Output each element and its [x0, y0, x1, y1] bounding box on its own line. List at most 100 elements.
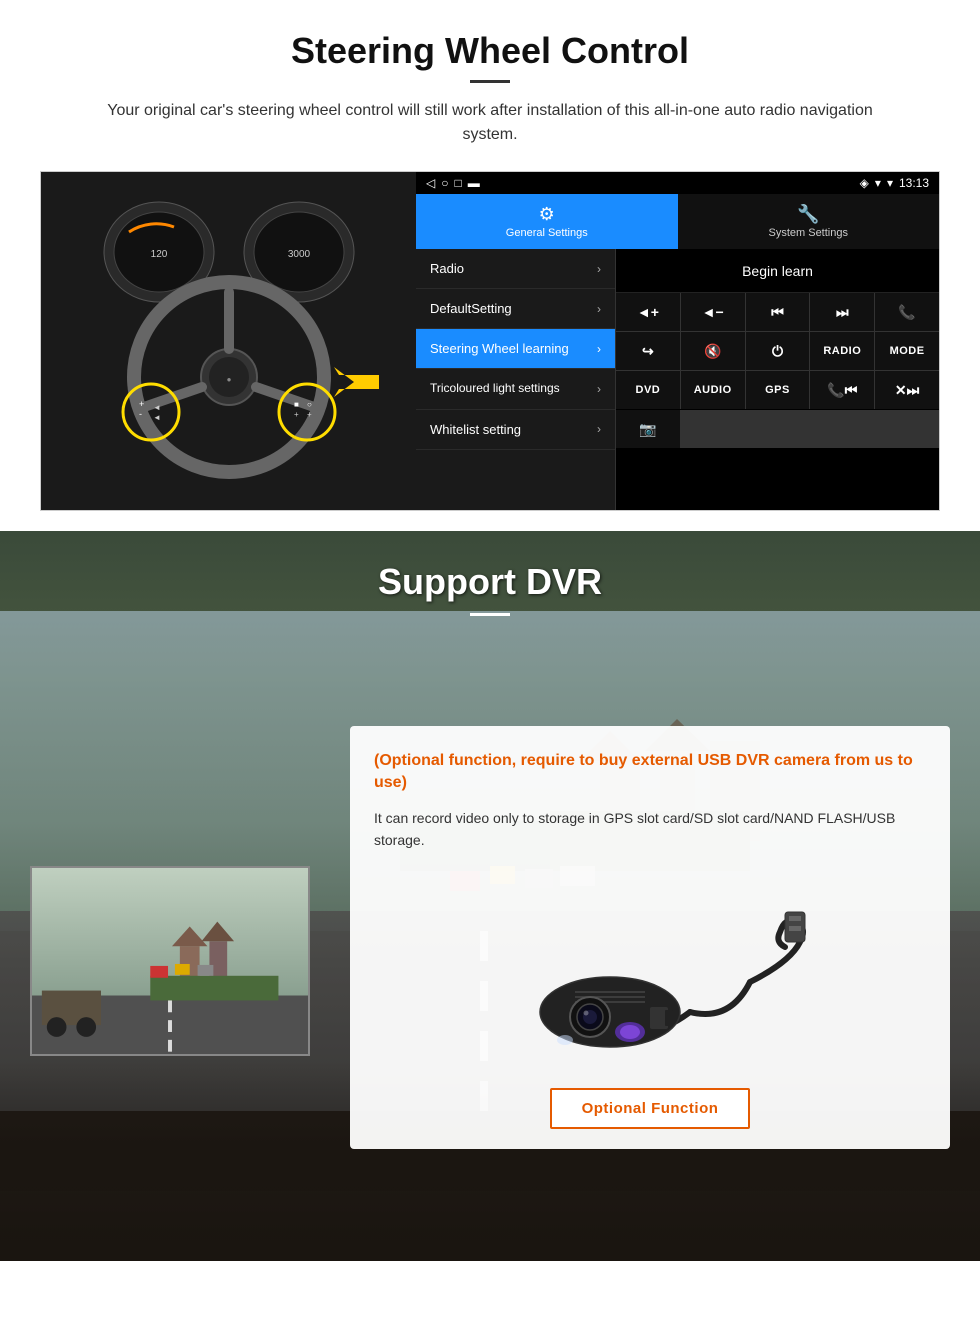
menu-nav-icon[interactable]: ▬ — [468, 176, 480, 190]
hangup-icon: ↪ — [642, 343, 654, 360]
dvd-label: DVD — [636, 384, 661, 396]
menu-steering-label: Steering Wheel learning — [430, 341, 569, 356]
tel-next-icon: ✕⏭ — [895, 382, 919, 399]
audio-button[interactable]: AUDIO — [681, 371, 745, 409]
vol-down-icon: ◄− — [702, 304, 724, 320]
phone-button[interactable]: 📞 — [875, 293, 939, 331]
menu-default-label: DefaultSetting — [430, 301, 512, 316]
steering-title: Steering Wheel Control — [40, 30, 940, 72]
menu-item-steering[interactable]: Steering Wheel learning › — [416, 329, 615, 369]
mode-label: MODE — [890, 345, 925, 357]
gps-button[interactable]: GPS — [746, 371, 810, 409]
menu-whitelist-arrow: › — [597, 422, 601, 436]
svg-text:+: + — [139, 399, 144, 409]
dvr-header: Support DVR — [0, 531, 980, 626]
next-track-button[interactable]: ⏭ — [810, 293, 874, 331]
prev-track-icon: ⏮ — [771, 304, 784, 321]
menu-radio-label: Radio — [430, 261, 464, 276]
camera-preview-inner — [32, 868, 308, 1054]
status-time: 13:13 — [899, 176, 929, 190]
tel-next-button[interactable]: ✕⏭ — [875, 371, 939, 409]
mode-button[interactable]: MODE — [875, 332, 939, 370]
gps-label: GPS — [765, 384, 790, 396]
tab-general-settings[interactable]: ⚙ General Settings — [416, 194, 678, 249]
menu-list: Radio › DefaultSetting › Steering Wheel … — [416, 249, 616, 510]
steering-subtitle: Your original car's steering wheel contr… — [80, 99, 900, 147]
svg-text:3000: 3000 — [287, 249, 310, 260]
svg-text:◄: ◄ — [153, 403, 161, 412]
signal-icon: ▾ — [875, 176, 881, 190]
svg-text:◄: ◄ — [153, 413, 161, 422]
android-menu-area: Radio › DefaultSetting › Steering Wheel … — [416, 249, 939, 510]
dvr-description: It can record video only to storage in G… — [374, 807, 926, 852]
dvr-content: (Optional function, require to buy exter… — [0, 626, 980, 1256]
back-nav-icon[interactable]: ◁ — [426, 176, 435, 190]
phone-icon: 📞 — [898, 304, 915, 321]
hangup-button[interactable]: ↪ — [616, 332, 680, 370]
menu-item-tricoloured[interactable]: Tricoloured light settings › — [416, 369, 615, 410]
settings-gear-icon: ⚙ — [539, 204, 555, 225]
android-panel: ◁ ○ □ ▬ ◈ ▾ ▾ 13:13 ⚙ General Settings 🔧… — [416, 172, 939, 510]
dvr-title: Support DVR — [0, 561, 980, 603]
steering-section: Steering Wheel Control Your original car… — [0, 0, 980, 531]
svg-text:+: + — [294, 410, 299, 419]
svg-text:●: ● — [226, 375, 231, 384]
dvr-section: Support DVR — [0, 531, 980, 1261]
control-buttons-grid: ◄+ ◄− ⏮ ⏭ 📞 — [616, 293, 939, 409]
radio-label: RADIO — [823, 345, 861, 357]
dvr-camera-svg — [490, 882, 810, 1062]
vol-up-button[interactable]: ◄+ — [616, 293, 680, 331]
menu-default-arrow: › — [597, 302, 601, 316]
mute-icon: 🔇 — [704, 343, 721, 360]
vol-down-button[interactable]: ◄− — [681, 293, 745, 331]
menu-item-default[interactable]: DefaultSetting › — [416, 289, 615, 329]
tel-prev-button[interactable]: 📞⏮ — [810, 371, 874, 409]
tab-system-label: System Settings — [769, 227, 848, 239]
recents-nav-icon[interactable]: □ — [454, 176, 461, 190]
android-tabs: ⚙ General Settings 🔧 System Settings — [416, 194, 939, 249]
menu-item-whitelist[interactable]: Whitelist setting › — [416, 410, 615, 450]
steering-wheel-svg: 120 3000 ● — [69, 192, 389, 492]
tab-system-settings[interactable]: 🔧 System Settings — [678, 194, 940, 249]
steering-wheel-graphic: 120 3000 ● — [41, 172, 416, 511]
tel-prev-icon: 📞⏮ — [827, 382, 857, 399]
camera-button[interactable]: 📷 — [616, 410, 680, 448]
power-icon: ⏻ — [772, 343, 783, 360]
begin-learn-button[interactable]: Begin learn — [616, 249, 939, 293]
menu-whitelist-label: Whitelist setting — [430, 422, 521, 437]
camera-preview — [30, 866, 310, 1056]
svg-text:120: 120 — [150, 249, 167, 260]
prev-track-button[interactable]: ⏮ — [746, 293, 810, 331]
menu-radio-arrow: › — [597, 262, 601, 276]
location-icon: ◈ — [860, 176, 869, 190]
system-settings-icon: 🔧 — [797, 204, 819, 225]
begin-learn-row: Begin learn — [616, 249, 939, 293]
menu-steering-arrow: › — [597, 342, 601, 356]
control-panel: Begin learn ◄+ ◄− ⏮ — [616, 249, 939, 510]
dvr-divider — [470, 613, 510, 616]
dvr-product-image — [374, 872, 926, 1072]
preview-scene-svg — [32, 866, 308, 1056]
svg-text:■: ■ — [294, 400, 299, 409]
svg-text:-: - — [139, 409, 142, 419]
menu-tricoloured-arrow: › — [597, 382, 601, 396]
menu-item-radio[interactable]: Radio › — [416, 249, 615, 289]
steering-divider — [470, 80, 510, 83]
camera-btn-row: 📷 — [616, 410, 939, 448]
optional-function-button[interactable]: Optional Function — [550, 1088, 751, 1129]
status-bar: ◁ ○ □ ▬ ◈ ▾ ▾ 13:13 — [416, 172, 939, 194]
audio-label: AUDIO — [694, 384, 732, 396]
dvr-info-card: (Optional function, require to buy exter… — [350, 726, 950, 1149]
radio-button[interactable]: RADIO — [810, 332, 874, 370]
tab-general-label: General Settings — [506, 227, 588, 239]
mute-button[interactable]: 🔇 — [681, 332, 745, 370]
dvd-button[interactable]: DVD — [616, 371, 680, 409]
camera-icon: 📷 — [639, 421, 656, 438]
wifi-icon: ▾ — [887, 176, 893, 190]
steering-wheel-image: 120 3000 ● — [41, 172, 416, 511]
menu-tricoloured-label: Tricoloured light settings — [430, 381, 560, 397]
power-button[interactable]: ⏻ — [746, 332, 810, 370]
svg-text:○: ○ — [307, 400, 312, 409]
steering-content: 120 3000 ● — [40, 171, 940, 511]
home-nav-icon[interactable]: ○ — [441, 176, 448, 190]
